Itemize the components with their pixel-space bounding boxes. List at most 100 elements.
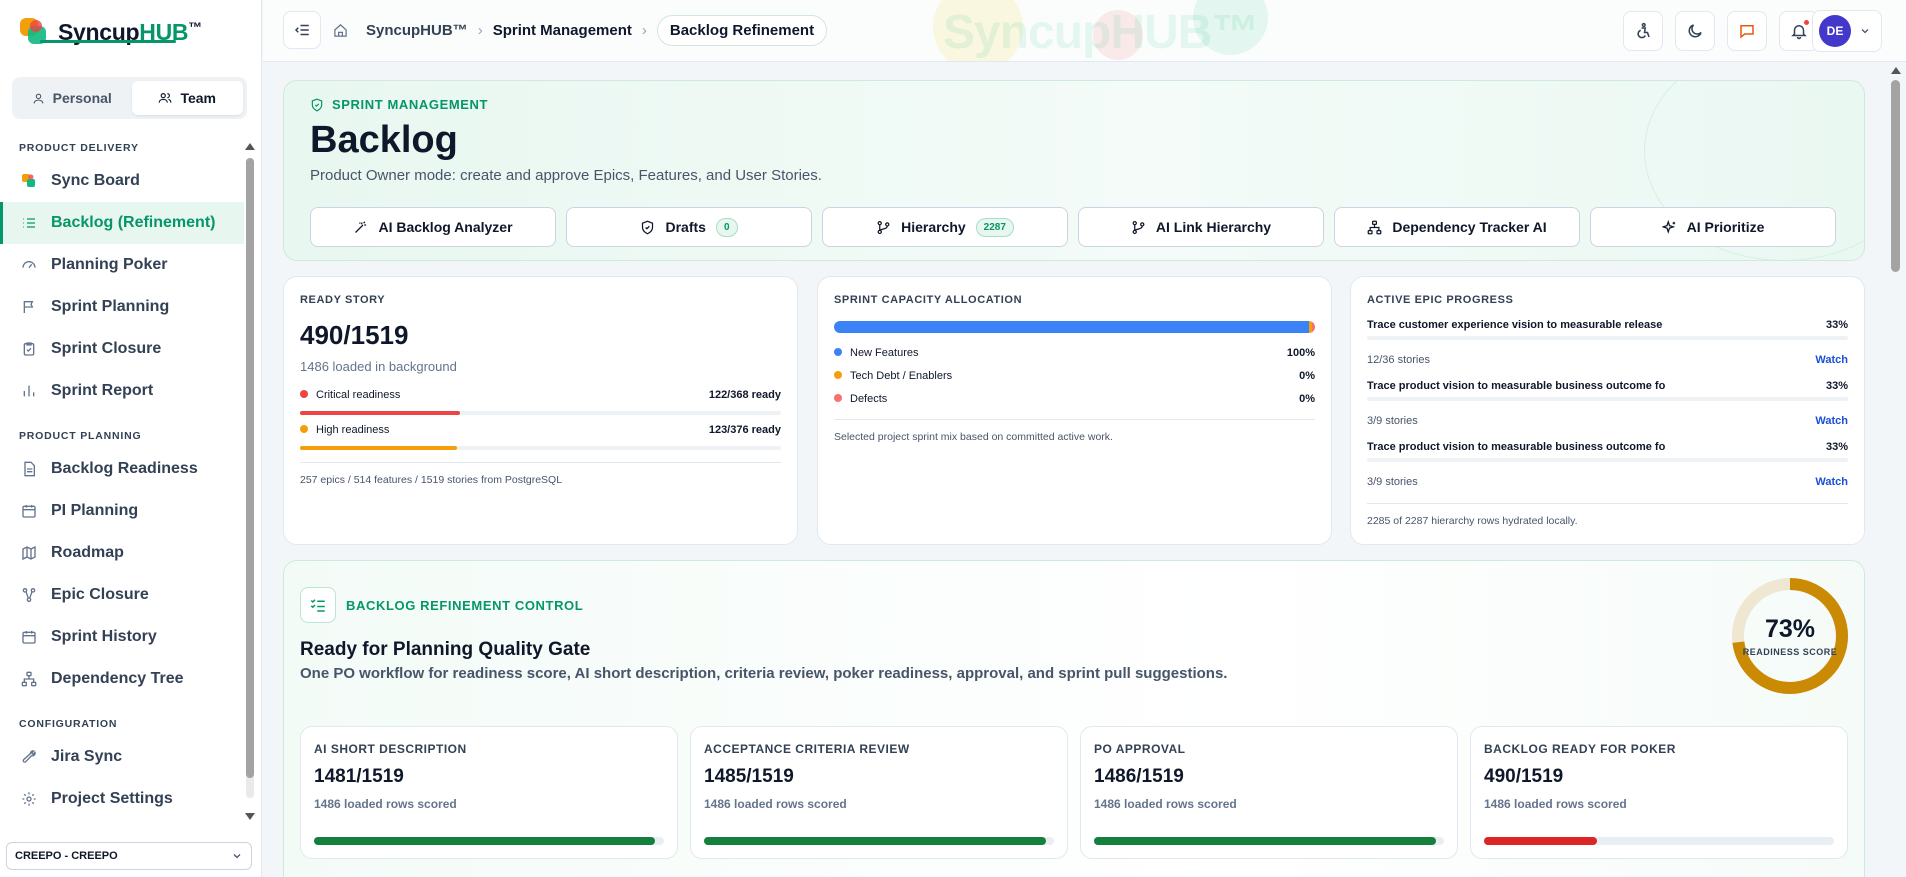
scroll-up-icon[interactable]	[1891, 67, 1901, 74]
breadcrumb-item[interactable]: Sprint Management	[493, 22, 632, 39]
card-title: READY STORY	[300, 294, 386, 306]
sidebar: SyncupHUB™ Personal Team PRODUCT DELIVER…	[0, 0, 262, 877]
theme-toggle-button[interactable]	[1675, 11, 1715, 51]
home-icon[interactable]	[333, 23, 348, 38]
sidebar-item-backlog-readiness[interactable]: Backlog Readiness	[0, 448, 244, 490]
document-icon	[20, 461, 37, 478]
chevron-down-icon	[1861, 29, 1869, 34]
capacity-stacked-bar	[834, 321, 1315, 333]
clipboard-check-icon	[20, 341, 37, 358]
epic-percent: 33%	[1825, 319, 1848, 331]
sidebar-item-jira-sync[interactable]: Jira Sync	[0, 736, 244, 778]
scroll-down-icon[interactable]	[245, 813, 255, 820]
nav-section-title: PRODUCT PLANNING	[19, 430, 142, 442]
epic-stories: 3/9 stories	[1367, 476, 1418, 488]
sidebar-item-roadmap[interactable]: Roadmap	[0, 532, 244, 574]
logo-underline	[40, 40, 176, 43]
sidebar-item-sprint-closure[interactable]: Sprint Closure	[0, 328, 244, 370]
readiness-bar	[300, 411, 781, 415]
collapse-sidebar-button[interactable]	[283, 11, 321, 49]
readiness-bar	[300, 446, 781, 450]
project-select[interactable]: CREEPO - CREEPO	[6, 842, 252, 870]
sidebar-item-planning-poker[interactable]: Planning Poker	[0, 244, 244, 286]
sidebar-item-project-settings[interactable]: Project Settings	[0, 778, 244, 820]
sidebar-scrollbar[interactable]	[245, 140, 255, 825]
capacity-label: Tech Debt / Enablers	[850, 370, 953, 382]
accessibility-button[interactable]	[1623, 11, 1663, 51]
count-badge: 0	[715, 217, 738, 237]
personal-tab[interactable]: Personal	[16, 81, 128, 115]
sidebar-item-epic-closure[interactable]: Epic Closure	[0, 574, 244, 616]
epic-row[interactable]: Trace product vision to measurable busin…	[1367, 380, 1848, 392]
user-icon	[33, 93, 44, 103]
epic-row[interactable]: Trace customer experience vision to meas…	[1367, 319, 1848, 331]
brand-tm: ™	[188, 18, 202, 35]
drafts-button[interactable]: Drafts 0	[566, 207, 812, 247]
readiness-row-label-wrap: Critical readiness	[300, 389, 400, 401]
wrench-icon	[20, 749, 37, 766]
ai-prioritize-button[interactable]: AI Prioritize	[1590, 207, 1836, 247]
main-scrollbar[interactable]	[1889, 64, 1903, 877]
metric-progress-fill	[314, 837, 656, 845]
metric-card-ai-short-description[interactable]: AI SHORT DESCRIPTION 1481/1519 1486 load…	[300, 726, 678, 859]
sidebar-item-backlog-refinement[interactable]: Backlog (Refinement)	[0, 202, 244, 244]
bar-chart-icon	[20, 383, 37, 400]
metric-card-po-approval[interactable]: PO APPROVAL 1486/1519 1486 loaded rows s…	[1080, 726, 1458, 859]
app-logo[interactable]: SyncupHUB™	[18, 12, 202, 52]
section-subtitle: One PO workflow for readiness score, AI …	[300, 665, 1228, 682]
gauge-icon	[20, 257, 37, 274]
sidebar-item-sprint-report[interactable]: Sprint Report	[0, 370, 244, 412]
team-tab[interactable]: Team	[131, 81, 243, 115]
list-icon	[20, 215, 37, 232]
button-label: Drafts	[665, 219, 706, 235]
sidebar-item-label: Sprint Closure	[51, 340, 162, 357]
ai-backlog-analyzer-button[interactable]: AI Backlog Analyzer	[310, 207, 556, 247]
calendar-icon	[20, 503, 37, 520]
user-menu-button[interactable]: DE	[1812, 10, 1882, 52]
epic-row[interactable]: Trace product vision to measurable busin…	[1367, 441, 1848, 453]
sidebar-item-label: Backlog Readiness	[51, 460, 198, 477]
metric-progress-fill	[704, 837, 1047, 845]
sidebar-item-sprint-history[interactable]: Sprint History	[0, 616, 244, 658]
legend-dot	[834, 348, 842, 356]
readiness-bar-fill	[300, 446, 458, 450]
capacity-footer: Selected project sprint mix based on com…	[834, 431, 1113, 443]
legend-dot	[834, 371, 842, 379]
scrollbar-thumb[interactable]	[1891, 80, 1900, 272]
sidebar-item-dependency-tree[interactable]: Dependency Tree	[0, 658, 244, 700]
metric-card-acceptance-criteria[interactable]: ACCEPTANCE CRITERIA REVIEW 1485/1519 148…	[690, 726, 1068, 859]
watch-link[interactable]: Watch	[1815, 354, 1848, 366]
capacity-row-label-wrap: Defects	[834, 393, 887, 405]
sidebar-item-pi-planning[interactable]: PI Planning	[0, 490, 244, 532]
watch-link[interactable]: Watch	[1815, 415, 1848, 427]
dependency-tracker-ai-button[interactable]: Dependency Tracker AI	[1334, 207, 1580, 247]
accessibility-icon	[1637, 22, 1650, 39]
shield-icon	[642, 220, 654, 234]
scroll-up-icon[interactable]	[245, 143, 255, 150]
metric-progress-bar	[314, 837, 664, 845]
metric-value: 1486/1519	[1094, 766, 1184, 787]
section-eyebrow: BACKLOG REFINEMENT CONTROL	[300, 587, 583, 623]
sidebar-item-sprint-planning[interactable]: Sprint Planning	[0, 286, 244, 328]
metric-card-ready-for-poker[interactable]: BACKLOG READY FOR POKER 490/1519 1486 lo…	[1470, 726, 1848, 859]
users-icon	[159, 93, 172, 103]
backlog-refinement-control: BACKLOG REFINEMENT CONTROL Ready for Pla…	[283, 560, 1865, 877]
breadcrumb: SyncupHUB™ › Sprint Management › Backlog…	[333, 0, 828, 60]
section-eyebrow-label: BACKLOG REFINEMENT CONTROL	[346, 597, 584, 613]
metric-title: ACCEPTANCE CRITERIA REVIEW	[704, 742, 910, 756]
scrollbar-thumb[interactable]	[246, 158, 254, 778]
capacity-segment	[834, 321, 1310, 333]
personal-tab-label: Personal	[52, 90, 112, 106]
metric-title: PO APPROVAL	[1094, 742, 1186, 756]
ready-story-value: 490/1519	[300, 320, 409, 350]
sidebar-nav: PRODUCT DELIVERY Sync Board Backlog (Ref…	[0, 132, 244, 822]
chat-button[interactable]	[1727, 11, 1767, 51]
header-actions: AI Backlog Analyzer Drafts 0 Hierarchy 2…	[310, 207, 1836, 247]
watch-link[interactable]: Watch	[1815, 476, 1848, 488]
capacity-row: Defects 0%	[834, 393, 1315, 405]
breadcrumb-item[interactable]: SyncupHUB™	[366, 22, 468, 39]
hierarchy-button[interactable]: Hierarchy 2287	[822, 207, 1068, 247]
ai-link-hierarchy-button[interactable]: AI Link Hierarchy	[1078, 207, 1324, 247]
sidebar-item-sync-board[interactable]: Sync Board	[0, 160, 244, 202]
sidebar-item-label: Sprint History	[51, 628, 157, 645]
